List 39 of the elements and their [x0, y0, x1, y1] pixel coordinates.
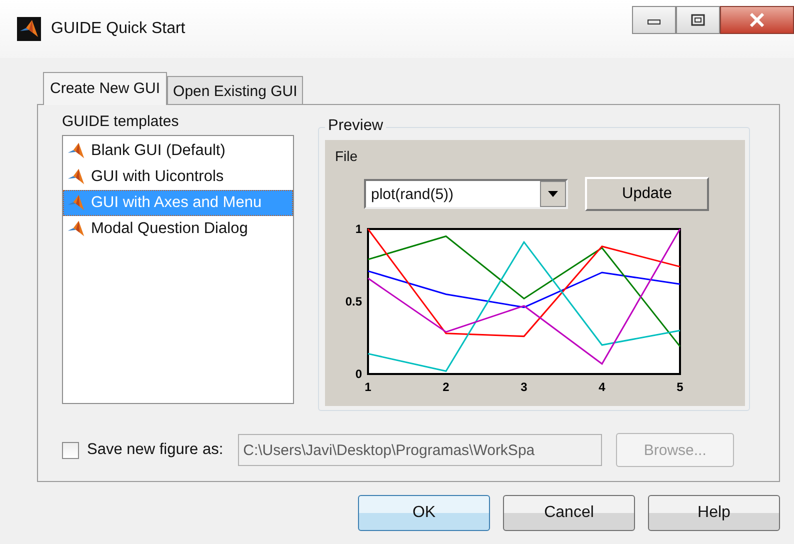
- x-tick-label: 5: [676, 380, 684, 394]
- matlab-icon: [67, 168, 85, 186]
- x-tick-label: 2: [442, 380, 450, 394]
- matlab-icon: [67, 142, 85, 160]
- plot-dropdown[interactable]: plot(rand(5)): [364, 179, 568, 209]
- tab[interactable]: Create New GUI: [43, 72, 168, 105]
- dialog-button[interactable]: OK: [358, 495, 490, 531]
- window-title: GUIDE Quick Start: [51, 20, 186, 38]
- close-icon: [749, 13, 765, 27]
- template-label: GUI with Axes and Menu: [91, 194, 262, 212]
- template-item[interactable]: GUI with Uicontrols: [63, 164, 293, 190]
- matlab-icon: [67, 220, 85, 238]
- minimize-button[interactable]: [632, 6, 676, 34]
- close-button[interactable]: [720, 6, 794, 34]
- tab[interactable]: Open Existing GUI: [167, 76, 304, 104]
- matlab-icon: [19, 19, 39, 39]
- template-label: GUI with Uicontrols: [91, 168, 224, 186]
- template-label: Modal Question Dialog: [91, 220, 248, 238]
- template-label: Blank GUI (Default): [91, 142, 226, 160]
- x-tick-label: 1: [364, 380, 372, 394]
- template-item[interactable]: Blank GUI (Default): [63, 138, 293, 164]
- restore-button[interactable]: [676, 6, 720, 34]
- y-tick-label: 0: [355, 367, 362, 381]
- dialog-button[interactable]: Help: [648, 495, 780, 531]
- templates-label: GUIDE templates: [62, 113, 180, 130]
- update-button[interactable]: Update: [585, 177, 709, 211]
- menu-item[interactable]: File: [335, 148, 358, 164]
- matlab-icon: [67, 194, 85, 212]
- x-tick-label: 4: [598, 380, 606, 394]
- template-item[interactable]: Modal Question Dialog: [63, 216, 293, 242]
- x-tick-label: 3: [520, 380, 528, 394]
- save-label: Save new figure as:: [87, 441, 224, 459]
- restore-icon: [691, 14, 705, 26]
- template-list[interactable]: Blank GUI (Default) GUI with Uicontrols GUI with Axes and Menu Modal Question Dialog: [62, 135, 294, 404]
- dialog-button[interactable]: Cancel: [503, 495, 635, 531]
- y-tick-label: 1: [355, 222, 362, 236]
- checkbox[interactable]: [62, 442, 79, 458]
- y-tick-label: 0.5: [345, 294, 362, 308]
- caret-icon: [548, 191, 558, 197]
